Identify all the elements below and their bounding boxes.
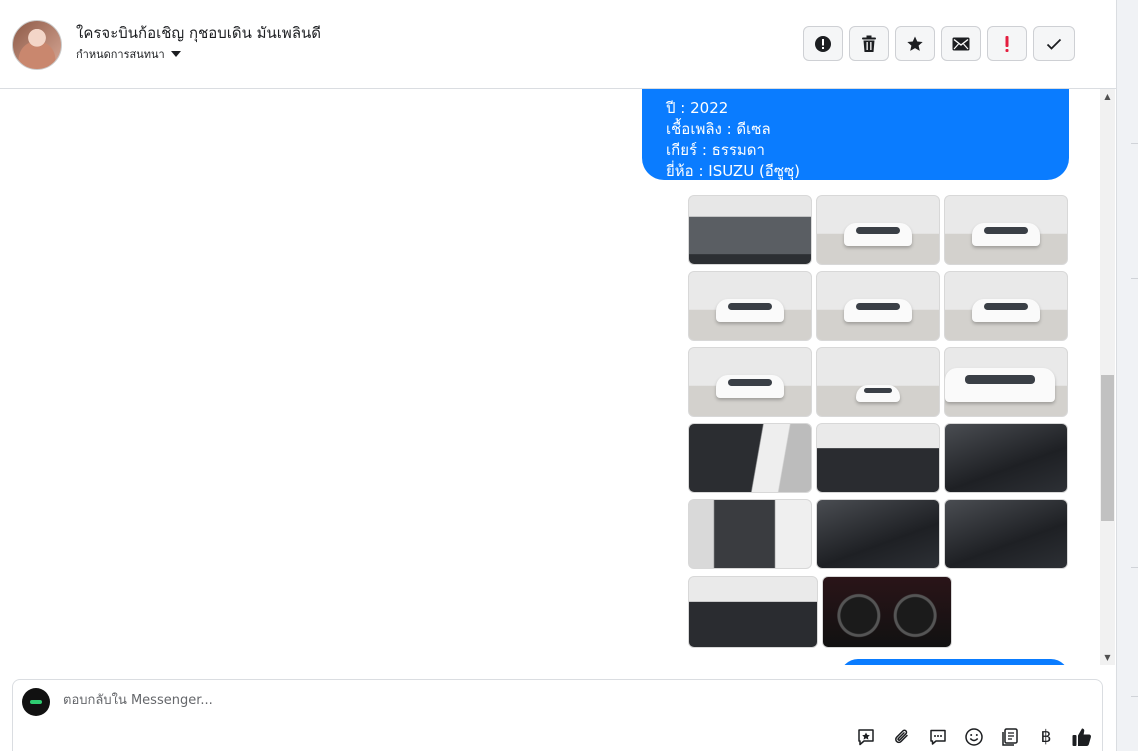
scrollbar-thumb[interactable] <box>1101 375 1114 521</box>
conversation-header: ใครจะบินก้อเชิญ กุชอบเดิน มันเพลินดี กำห… <box>0 0 1116 89</box>
mark-unread-button[interactable] <box>941 26 981 61</box>
follow-up-button[interactable] <box>987 26 1027 61</box>
photo-attachment[interactable] <box>688 576 818 648</box>
side-panel-edge <box>1116 0 1138 751</box>
like-button[interactable] <box>1071 726 1093 748</box>
photo-attachment[interactable] <box>822 576 952 648</box>
page-avatar <box>22 688 50 716</box>
photo-attachment[interactable] <box>816 423 940 493</box>
attach-button[interactable] <box>891 726 913 748</box>
chat-star-icon <box>858 729 874 746</box>
action-toolbar <box>803 26 1075 61</box>
scrollbar[interactable]: ▲ ▼ <box>1100 89 1115 665</box>
quick-reply-button[interactable] <box>927 726 949 748</box>
photo-attachment[interactable] <box>688 195 812 265</box>
conversation-title: ใครจะบินก้อเชิญ กุชอบเดิน มันเพลินดี <box>76 24 322 42</box>
composer-toolbar: ฿ <box>855 726 1093 748</box>
baht-icon: ฿ <box>1040 727 1052 747</box>
message-bubble: ปี : 2022 เชื้อเพลิง : ดีเซล เกียร์ : ธร… <box>642 89 1069 180</box>
caret-down-icon <box>170 51 181 57</box>
exclamation-icon <box>1005 35 1009 52</box>
reply-input[interactable] <box>61 692 765 709</box>
avatar[interactable] <box>12 20 62 70</box>
photo-attachment[interactable] <box>944 271 1068 341</box>
photo-attachment[interactable] <box>816 271 940 341</box>
chat-bubble-icon <box>930 729 946 745</box>
message-bubble <box>840 659 1069 665</box>
photo-attachment[interactable] <box>688 271 812 341</box>
photo-attachment[interactable] <box>944 347 1068 417</box>
label-menu-text: กำหนดการสนทนา <box>76 48 165 61</box>
star-icon <box>907 36 923 51</box>
alert-circle-icon <box>815 35 831 52</box>
emoji-button[interactable] <box>963 726 985 748</box>
scroll-down-arrow-icon[interactable]: ▼ <box>1100 650 1115 665</box>
checkmark-icon <box>1046 38 1062 50</box>
photo-attachment[interactable] <box>816 347 940 417</box>
thumbs-up-icon <box>1072 728 1091 746</box>
photo-attachment[interactable] <box>688 347 812 417</box>
mark-done-button[interactable] <box>1033 26 1075 61</box>
smiley-icon <box>965 728 983 746</box>
star-button[interactable] <box>895 26 935 61</box>
message-thread[interactable]: ปี : 2022 เชื้อเพลิง : ดีเซล เกียร์ : ธร… <box>0 89 1100 665</box>
photo-attachment[interactable] <box>816 195 940 265</box>
delete-button[interactable] <box>849 26 889 61</box>
document-icon <box>1002 728 1018 746</box>
photo-attachment[interactable] <box>944 195 1068 265</box>
photo-attachment[interactable] <box>944 499 1068 569</box>
photo-attachment[interactable] <box>688 423 812 493</box>
envelope-icon <box>952 37 970 50</box>
payment-button[interactable]: ฿ <box>1035 726 1057 748</box>
mark-spam-button[interactable] <box>803 26 843 61</box>
paperclip-icon <box>895 729 908 744</box>
photo-attachment[interactable] <box>688 499 812 569</box>
photo-attachment[interactable] <box>944 423 1068 493</box>
saved-reply-button[interactable] <box>855 726 877 748</box>
label-menu[interactable]: กำหนดการสนทนา <box>76 45 181 63</box>
message-line: ยี่ห้อ : ISUZU (อีซูซุ) <box>666 162 801 180</box>
reply-composer: ฿ <box>12 679 1103 751</box>
trash-icon <box>862 35 876 52</box>
scroll-up-arrow-icon[interactable]: ▲ <box>1100 89 1115 104</box>
photo-attachment[interactable] <box>816 499 940 569</box>
form-button[interactable] <box>999 726 1021 748</box>
